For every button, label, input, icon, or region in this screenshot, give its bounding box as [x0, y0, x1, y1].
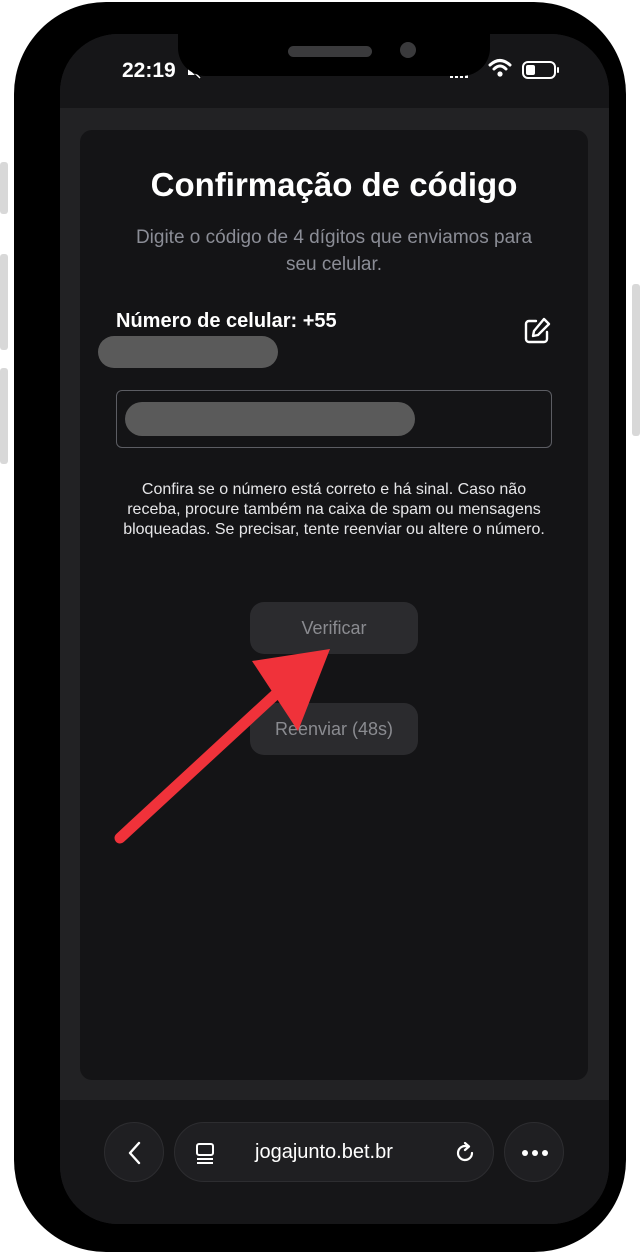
reload-icon[interactable]	[453, 1141, 477, 1165]
more-icon	[522, 1150, 548, 1156]
side-button	[632, 284, 640, 436]
side-button	[0, 368, 8, 464]
browser-toolbar: jogajunto.bet.br	[60, 1100, 609, 1224]
screen: 22:19 Confirmação de código Digite o cód…	[60, 34, 609, 1224]
page-subtitle: Digite o código de 4 dígitos que enviamo…	[135, 227, 533, 275]
page-content: Confirmação de código Digite o código de…	[60, 108, 609, 1100]
battery-icon	[522, 61, 559, 79]
code-input[interactable]	[116, 390, 552, 448]
back-button[interactable]	[104, 1122, 164, 1182]
tabs-icon[interactable]	[195, 1142, 215, 1164]
address-bar[interactable]: jogajunto.bet.br	[174, 1122, 494, 1182]
camera	[400, 42, 416, 58]
verify-button[interactable]: Verificar	[250, 602, 418, 654]
wifi-icon	[488, 59, 512, 77]
phone-frame: 22:19 Confirmação de código Digite o cód…	[0, 2, 640, 1252]
speaker	[288, 46, 372, 57]
redacted-phone-number	[98, 336, 278, 368]
chevron-left-icon	[128, 1141, 141, 1165]
phone-number-label: Número de celular: +55	[116, 310, 337, 332]
red-arrow-annotation	[114, 649, 330, 844]
side-button	[0, 162, 8, 214]
notch	[178, 34, 490, 76]
status-bar: 22:19	[60, 34, 609, 108]
url-text: jogajunto.bet.br	[255, 1141, 393, 1163]
help-text: Confira se o número está correto e há si…	[123, 481, 545, 538]
more-button[interactable]	[504, 1122, 564, 1182]
code-confirmation-card: Confirmação de código Digite o código de…	[80, 130, 588, 1080]
edit-icon[interactable]	[522, 316, 552, 346]
side-button	[0, 254, 8, 350]
redacted-input-value	[125, 402, 415, 436]
status-time: 22:19	[122, 59, 176, 82]
page-title: Confirmação de código	[150, 166, 518, 203]
